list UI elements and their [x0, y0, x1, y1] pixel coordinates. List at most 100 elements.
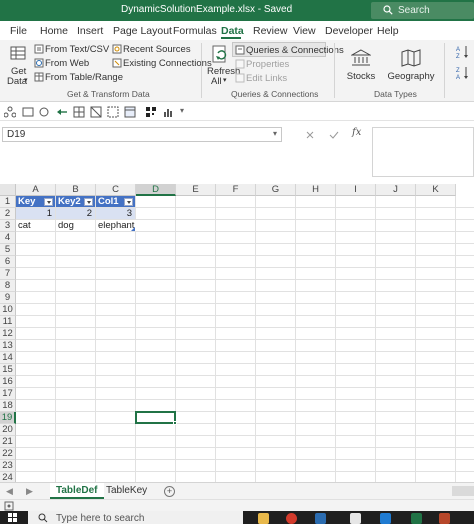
row-header-13[interactable]: 13 — [0, 340, 16, 352]
file-explorer-icon[interactable] — [258, 513, 269, 524]
add-sheet-icon[interactable]: + — [164, 486, 175, 497]
row-header-7[interactable]: 7 — [0, 268, 16, 280]
row-header-17[interactable]: 17 — [0, 388, 16, 400]
table-resize-handle[interactable] — [131, 227, 135, 231]
row-header-11[interactable]: 11 — [0, 316, 16, 328]
filter-dropdown-icon[interactable] — [124, 198, 133, 206]
tab-view[interactable]: View — [293, 25, 316, 37]
enter-check-icon[interactable] — [329, 130, 339, 140]
excel-taskbar-icon[interactable] — [411, 513, 422, 524]
tab-page-layout[interactable]: Page Layout — [113, 25, 172, 37]
transpose-icon[interactable] — [90, 106, 102, 118]
customize-qat-chevron-icon[interactable]: ▾ — [180, 106, 184, 115]
network-icon[interactable] — [4, 106, 16, 118]
select-icon[interactable] — [107, 106, 119, 118]
chrome-icon[interactable] — [286, 513, 297, 524]
tab-data[interactable]: Data — [221, 25, 244, 37]
from-text-csv-button[interactable]: From Text/CSV — [45, 44, 109, 55]
chart-icon[interactable] — [162, 106, 174, 118]
row-header-5[interactable]: 5 — [0, 244, 16, 256]
insert-function-icon[interactable]: fx — [352, 127, 361, 138]
sheet-tab-tabledef[interactable]: TableDef — [50, 483, 104, 499]
table-cell[interactable]: dog — [56, 220, 95, 231]
from-web-button[interactable]: From Web — [45, 58, 89, 69]
tab-insert[interactable]: Insert — [77, 25, 103, 37]
row-header-24[interactable]: 24 — [0, 472, 16, 482]
column-header-a[interactable]: A — [16, 184, 56, 196]
worksheet-grid[interactable]: A B C D E F G H I J K 1 2 3 4 5 6 7 8 9 10 11 12 13 14 15 16 17 18 19… — [0, 184, 474, 482]
circle-icon[interactable] — [38, 106, 50, 118]
table-cell[interactable]: 2 — [56, 208, 95, 219]
powerpoint-icon[interactable] — [439, 513, 450, 524]
get-data-chevron-icon[interactable]: ▾ — [24, 76, 28, 84]
row-header-6[interactable]: 6 — [0, 256, 16, 268]
tab-file[interactable]: File — [10, 25, 27, 37]
filter-dropdown-icon[interactable] — [44, 198, 53, 206]
tab-review[interactable]: Review — [253, 25, 287, 37]
row-header-10[interactable]: 10 — [0, 304, 16, 316]
table-icon[interactable] — [124, 106, 136, 118]
column-header-j[interactable]: J — [376, 184, 416, 196]
table-header-col1[interactable]: Col1 — [96, 196, 135, 207]
row-header-20[interactable]: 20 — [0, 424, 16, 436]
from-table-range-button[interactable]: From Table/Range — [45, 72, 123, 83]
column-header-d[interactable]: D — [136, 184, 176, 196]
row-header-8[interactable]: 8 — [0, 280, 16, 292]
tab-home[interactable]: Home — [40, 25, 68, 37]
qr-icon[interactable] — [145, 106, 157, 118]
table-cell[interactable]: 1 — [16, 208, 55, 219]
grid-icon[interactable] — [73, 106, 85, 118]
sort-descending-icon[interactable]: Z A — [456, 66, 469, 80]
sheet-prev-icon[interactable]: ◀ — [6, 486, 13, 497]
row-header-23[interactable]: 23 — [0, 460, 16, 472]
edge-icon[interactable] — [315, 513, 326, 524]
stocks-button[interactable]: Stocks — [336, 43, 386, 85]
select-all-corner[interactable] — [0, 184, 16, 196]
row-header-22[interactable]: 22 — [0, 448, 16, 460]
table-cell[interactable]: 3 — [96, 208, 135, 219]
row-header-4[interactable]: 4 — [0, 232, 16, 244]
row-header-12[interactable]: 12 — [0, 328, 16, 340]
column-header-f[interactable]: F — [216, 184, 256, 196]
column-header-c[interactable]: C — [96, 184, 136, 196]
sheet-tab-tablekey[interactable]: TableKey — [100, 483, 153, 499]
tab-formulas[interactable]: Formulas — [173, 25, 217, 37]
column-header-g[interactable]: G — [256, 184, 296, 196]
recent-sources-button[interactable]: Recent Sources — [123, 44, 191, 55]
horizontal-scrollbar[interactable] — [452, 486, 474, 496]
tab-help[interactable]: Help — [377, 25, 399, 37]
window-icon[interactable] — [22, 106, 34, 118]
geography-button[interactable]: Geography — [385, 43, 437, 85]
row-header-18[interactable]: 18 — [0, 400, 16, 412]
mail-icon[interactable] — [380, 513, 391, 524]
back-arrow-icon[interactable] — [56, 106, 68, 118]
tab-developer[interactable]: Developer — [325, 25, 373, 37]
column-header-h[interactable]: H — [296, 184, 336, 196]
name-box-chevron-icon[interactable]: ▾ — [273, 129, 277, 138]
row-header-2[interactable]: 2 — [0, 208, 16, 220]
filter-dropdown-icon[interactable] — [84, 198, 93, 206]
row-header-3[interactable]: 3 — [0, 220, 16, 232]
store-icon[interactable] — [350, 513, 361, 524]
sort-ascending-icon[interactable]: A Z — [456, 45, 469, 59]
existing-connections-button[interactable]: Existing Connections — [123, 58, 212, 69]
active-cell[interactable] — [135, 411, 176, 424]
search-box[interactable]: Search — [371, 2, 474, 19]
properties-button[interactable]: Properties — [246, 59, 289, 70]
edit-links-button[interactable]: Edit Links — [246, 73, 287, 84]
cancel-icon[interactable] — [305, 130, 315, 140]
row-header-14[interactable]: 14 — [0, 352, 16, 364]
row-header-15[interactable]: 15 — [0, 364, 16, 376]
refresh-all-label-2[interactable]: All — [211, 76, 222, 87]
windows-start-icon[interactable] — [8, 513, 18, 523]
row-header-21[interactable]: 21 — [0, 436, 16, 448]
refresh-chevron-icon[interactable]: ▾ — [223, 76, 227, 84]
column-header-i[interactable]: I — [336, 184, 376, 196]
queries-connections-button[interactable]: Queries & Connections — [246, 45, 344, 56]
column-header-k[interactable]: K — [416, 184, 456, 196]
fill-handle[interactable] — [173, 421, 177, 425]
table-header-key2[interactable]: Key2 — [56, 196, 95, 207]
table-cell[interactable]: cat — [16, 220, 55, 231]
column-header-b[interactable]: B — [56, 184, 96, 196]
row-header-9[interactable]: 9 — [0, 292, 16, 304]
